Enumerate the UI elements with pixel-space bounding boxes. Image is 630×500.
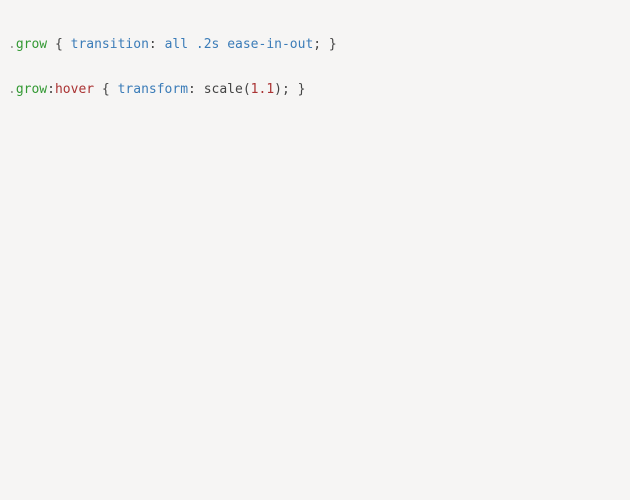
token-semicolon: ; [313,37,321,52]
token-colon: : [47,82,55,97]
token-brace: } [321,37,337,52]
token-space [188,37,196,52]
token-brace: } [290,82,306,97]
token-space [157,37,165,52]
token-value: .2s [196,37,219,52]
token-punct: . [8,37,16,52]
token-class: grow [16,82,47,97]
token-value: ease-in-out [227,37,313,52]
token-colon: : [188,82,196,97]
token-class: grow [16,37,47,52]
token-pseudo: hover [55,82,94,97]
token-property: transform [118,82,188,97]
code-line: .grow { transition: all .2s ease-in-out;… [8,37,622,52]
token-punct: . [8,82,16,97]
token-colon: : [149,37,157,52]
css-code-block: .grow { transition: all .2s ease-in-out;… [0,0,630,119]
token-brace: { [47,37,70,52]
token-property: transition [71,37,149,52]
token-value: all [165,37,188,52]
token-paren: ); [274,82,290,97]
code-line: .grow:hover { transform: scale(1.1); } [8,82,622,97]
token-func: scale( [196,82,251,97]
token-brace: { [94,82,117,97]
token-space [219,37,227,52]
token-number: 1.1 [251,82,274,97]
